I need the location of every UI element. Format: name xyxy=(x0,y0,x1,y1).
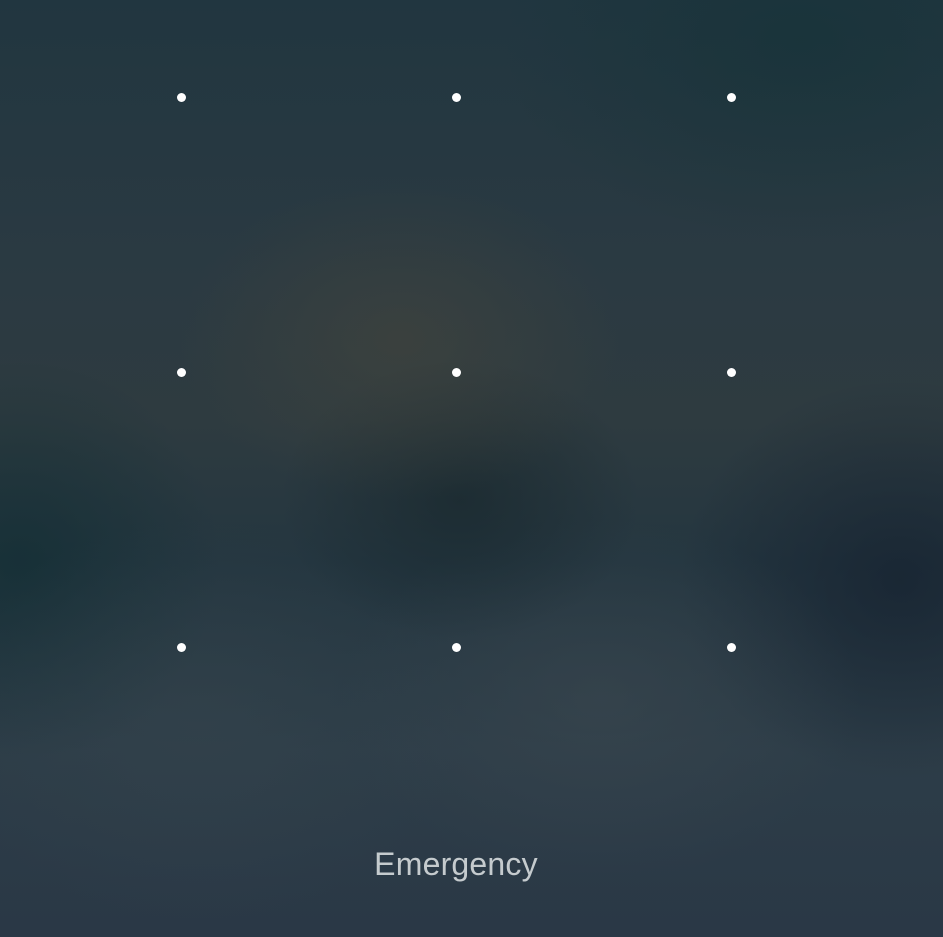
pattern-dot-2[interactable] xyxy=(438,79,474,115)
pattern-dot-3[interactable] xyxy=(713,79,749,115)
pattern-lock-grid[interactable] xyxy=(0,0,943,760)
pattern-dot-4[interactable] xyxy=(163,354,199,390)
emergency-call-button[interactable]: Emergency xyxy=(331,836,581,892)
pattern-dot-core xyxy=(176,92,186,102)
pattern-dot-8[interactable] xyxy=(438,629,474,665)
pattern-dot-core xyxy=(726,92,736,102)
pattern-dot-core xyxy=(176,367,186,377)
pattern-dot-1[interactable] xyxy=(163,79,199,115)
pattern-dot-6[interactable] xyxy=(713,354,749,390)
pattern-dot-core xyxy=(726,367,736,377)
pattern-dot-core xyxy=(176,642,186,652)
pattern-dot-7[interactable] xyxy=(163,629,199,665)
pattern-dot-core xyxy=(451,367,461,377)
pattern-dot-core xyxy=(726,642,736,652)
pattern-dot-core xyxy=(451,642,461,652)
pattern-dot-5[interactable] xyxy=(438,354,474,390)
pattern-dot-9[interactable] xyxy=(713,629,749,665)
pattern-dot-core xyxy=(451,92,461,102)
